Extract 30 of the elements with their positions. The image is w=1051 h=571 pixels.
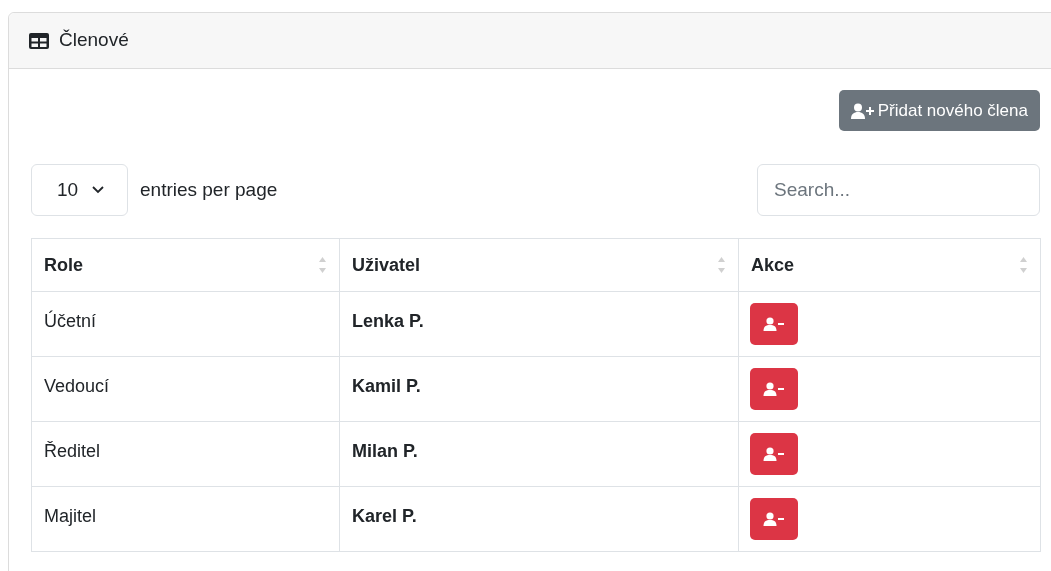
page-size-select[interactable]: 10: [31, 164, 128, 216]
user-plus-icon: [850, 102, 875, 119]
search-field[interactable]: Search...: [757, 164, 1040, 216]
table-cell: Kamil P.: [339, 356, 739, 422]
entries-label: entries per page: [140, 177, 278, 202]
user-minus-icon: [763, 317, 785, 331]
table-icon: [29, 32, 49, 49]
add-member-button[interactable]: Přidat nového člena: [838, 90, 1040, 131]
remove-member-button[interactable]: [750, 498, 798, 540]
sort-icon: [318, 255, 327, 275]
column-header[interactable]: Uživatel: [339, 238, 739, 292]
user-minus-icon: [763, 382, 785, 396]
sort-icon: [1019, 255, 1028, 275]
card-title: Členové: [59, 28, 129, 53]
table-cell: Milan P.: [339, 421, 739, 487]
column-header[interactable]: Akce: [738, 238, 1041, 292]
remove-member-button[interactable]: [750, 368, 798, 410]
user-minus-icon: [763, 447, 785, 461]
remove-member-button[interactable]: [750, 433, 798, 475]
table-cell: Účetní: [31, 291, 340, 357]
table-cell: Lenka P.: [339, 291, 739, 357]
chevron-down-icon: [92, 186, 105, 194]
table-cell: Karel P.: [339, 486, 739, 552]
remove-member-button[interactable]: [750, 303, 798, 345]
table-cell: Vedoucí: [31, 356, 340, 422]
table-cell: Ředitel: [31, 421, 340, 487]
user-minus-icon: [763, 512, 785, 526]
table-cell: Majitel: [31, 486, 340, 552]
sort-icon: [717, 255, 726, 275]
column-header[interactable]: Role: [31, 238, 340, 292]
